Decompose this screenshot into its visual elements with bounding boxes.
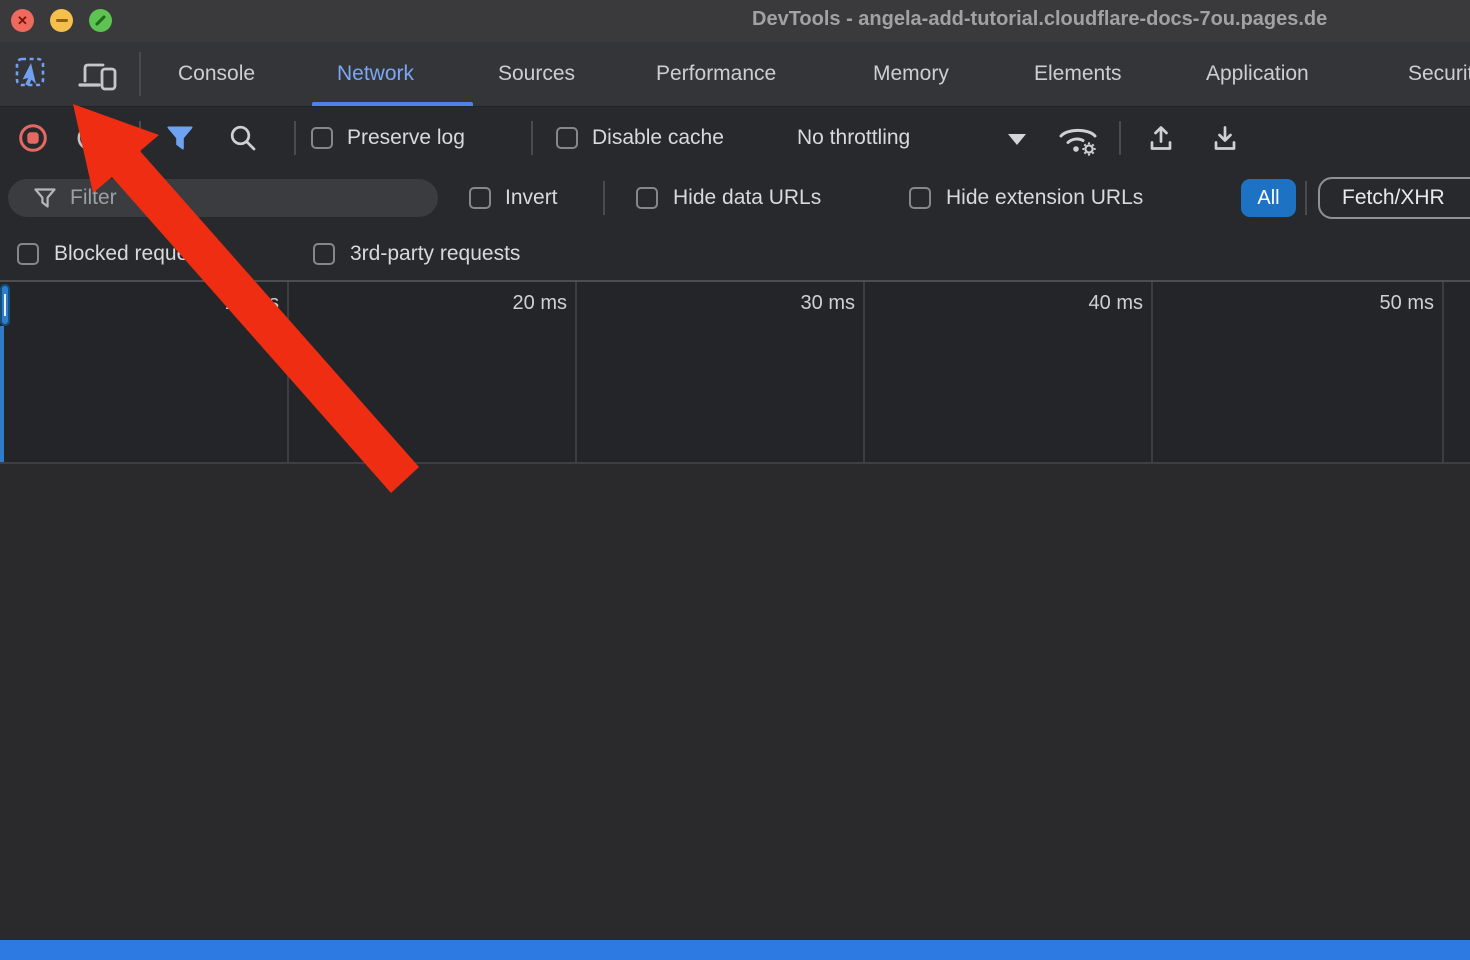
timeline-gridline: [287, 282, 289, 462]
export-har-icon[interactable]: [1210, 123, 1240, 153]
tab-security[interactable]: Security: [1408, 42, 1470, 106]
third-party-requests-checkbox[interactable]: [313, 243, 335, 265]
inspect-element-icon[interactable]: [15, 55, 51, 91]
hide-data-urls-label[interactable]: Hide data URLs: [673, 168, 821, 228]
divider: [139, 121, 141, 155]
network-toolbar: Preserve log Disable cache No throttling: [0, 106, 1470, 168]
timeline-tick-label: 20 ms: [447, 292, 567, 315]
handle-grip: [4, 294, 6, 316]
zoom-icon[interactable]: [89, 9, 112, 32]
record-stop-icon[interactable]: [18, 123, 48, 153]
minimize-icon[interactable]: [50, 9, 73, 32]
network-filter-bar: Invert Hide data URLs Hide extension URL…: [0, 168, 1470, 228]
network-overview-timeline[interactable]: 10 ms 20 ms 30 ms 40 ms 50 ms: [0, 280, 1470, 464]
divider: [1305, 181, 1307, 215]
timeline-tick-label: 50 ms: [1314, 292, 1434, 315]
filter-input-container: [8, 179, 438, 217]
overview-selection-line: [0, 326, 4, 462]
filter-input[interactable]: [70, 186, 420, 210]
divider: [294, 121, 296, 155]
hide-data-urls-checkbox[interactable]: [636, 187, 658, 209]
tab-performance[interactable]: Performance: [656, 42, 776, 106]
invert-checkbox[interactable]: [469, 187, 491, 209]
close-icon[interactable]: ✕: [11, 9, 34, 32]
tab-application[interactable]: Application: [1206, 42, 1309, 106]
blocked-requests-checkbox[interactable]: [17, 243, 39, 265]
clear-icon[interactable]: [76, 124, 104, 152]
timeline-gridline: [1151, 282, 1153, 462]
window-titlebar: ✕ DevTools - angela-add-tutorial.cloudfl…: [0, 0, 1470, 42]
network-conditions-icon[interactable]: [1056, 120, 1102, 158]
request-type-chip-all[interactable]: All: [1241, 179, 1296, 217]
throttling-select[interactable]: No throttling: [797, 107, 910, 169]
traffic-lights: ✕: [11, 9, 112, 32]
device-toolbar-icon[interactable]: [76, 58, 118, 92]
filter-funnel-icon: [34, 188, 56, 209]
request-type-chip-fetch-xhr[interactable]: Fetch/XHR: [1318, 177, 1470, 219]
tab-memory[interactable]: Memory: [873, 42, 949, 106]
hide-extension-urls-checkbox[interactable]: [909, 187, 931, 209]
minimize-glyph: [56, 19, 68, 22]
hide-extension-urls-label[interactable]: Hide extension URLs: [946, 168, 1143, 228]
search-icon[interactable]: [228, 123, 258, 153]
background-page-strip: [0, 940, 1470, 960]
tab-console[interactable]: Console: [178, 42, 255, 106]
preserve-log-checkbox[interactable]: [311, 127, 333, 149]
divider: [139, 52, 141, 96]
blocked-requests-label[interactable]: Blocked requests: [54, 228, 215, 280]
timeline-tick-label: 30 ms: [735, 292, 855, 315]
timeline-gridline: [863, 282, 865, 462]
filter-toggle-icon[interactable]: [167, 126, 193, 151]
timeline-gridline: [1442, 282, 1444, 462]
preserve-log-label[interactable]: Preserve log: [347, 107, 465, 169]
divider: [531, 121, 533, 155]
overview-selection-handle[interactable]: [0, 284, 10, 326]
tab-network[interactable]: Network: [337, 42, 414, 106]
disable-cache-checkbox[interactable]: [556, 127, 578, 149]
chevron-down-icon[interactable]: [1008, 134, 1026, 145]
network-filter-bar-row2: Blocked requests 3rd-party requests: [0, 228, 1470, 280]
divider: [603, 181, 605, 215]
import-har-icon[interactable]: [1146, 123, 1176, 153]
third-party-requests-label[interactable]: 3rd-party requests: [350, 228, 520, 280]
disable-cache-label[interactable]: Disable cache: [592, 107, 724, 169]
devtools-tabbar: Console Network Sources Performance Memo…: [0, 42, 1470, 106]
zoom-glyph: [95, 15, 106, 26]
window-title: DevTools - angela-add-tutorial.cloudflar…: [752, 8, 1327, 31]
timeline-tick-label: 10 ms: [159, 292, 279, 315]
divider: [1119, 121, 1121, 155]
requests-panel-empty: Recordi Perform a request: [0, 464, 1470, 940]
tab-sources[interactable]: Sources: [498, 42, 575, 106]
devtools-window: ✕ DevTools - angela-add-tutorial.cloudfl…: [0, 0, 1470, 960]
timeline-gridline: [575, 282, 577, 462]
invert-label[interactable]: Invert: [505, 168, 558, 228]
timeline-tick-label: 40 ms: [1023, 292, 1143, 315]
tab-elements[interactable]: Elements: [1034, 42, 1122, 106]
